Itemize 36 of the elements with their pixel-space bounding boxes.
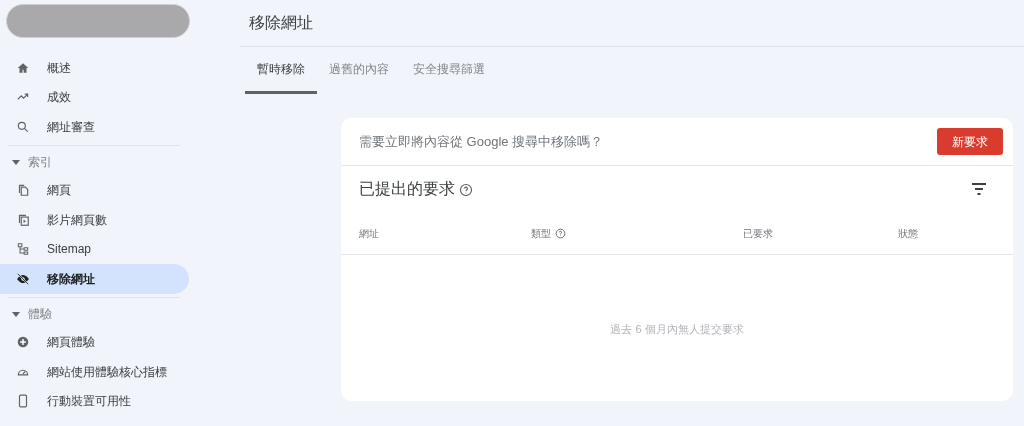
- tab[interactable]: 過舊的內容: [317, 47, 401, 94]
- prompt-text: 需要立即將內容從 Google 搜尋中移除嗎？: [359, 132, 604, 151]
- help-icon[interactable]: [459, 182, 473, 197]
- caret-icon: [11, 157, 21, 167]
- sidebar-item[interactable]: 網站使用體驗核心指標: [0, 357, 189, 387]
- phone-icon: [16, 394, 30, 409]
- sidebar-item[interactable]: 網址審查: [0, 112, 189, 142]
- sidebar-item[interactable]: 概述: [0, 53, 189, 83]
- help-icon[interactable]: [555, 227, 566, 239]
- empty-message: 過去 6 個月內無人提交要求: [610, 321, 744, 337]
- column-header: 類型: [531, 226, 551, 241]
- sidebar-item[interactable]: 網頁體驗: [0, 327, 189, 357]
- sidebar-item[interactable]: 行動裝置可用性: [0, 386, 189, 416]
- crossed-eye-icon: [16, 271, 30, 286]
- column-header: 網址: [359, 226, 379, 241]
- filter-icon[interactable]: [971, 182, 987, 195]
- new-request-button[interactable]: 新要求: [937, 128, 1003, 155]
- column-header: 狀態: [898, 226, 918, 241]
- search-icon: [16, 119, 30, 134]
- section-header[interactable]: 體驗: [0, 300, 240, 328]
- plus-circle-icon: [16, 335, 30, 350]
- section-header[interactable]: 索引: [0, 148, 240, 176]
- sitemap-tree-icon: [16, 242, 30, 257]
- tab[interactable]: 暫時移除: [245, 47, 317, 94]
- sidebar-item[interactable]: Sitemap: [0, 234, 189, 264]
- page-title: 移除網址: [249, 13, 313, 33]
- column-header: 已要求: [743, 226, 773, 241]
- section-heading: 已提出的要求: [359, 178, 455, 199]
- sidebar-item[interactable]: 成效: [0, 82, 189, 112]
- sidebar-item[interactable]: 移除網址: [0, 264, 189, 294]
- tab[interactable]: 安全搜尋篩選: [401, 47, 497, 94]
- caret-icon: [11, 309, 21, 319]
- sidebar-item[interactable]: 網頁: [0, 175, 189, 205]
- video-page-icon: [16, 212, 30, 227]
- pages-icon: [16, 183, 30, 198]
- sidebar-item[interactable]: 影片網頁數: [0, 205, 189, 235]
